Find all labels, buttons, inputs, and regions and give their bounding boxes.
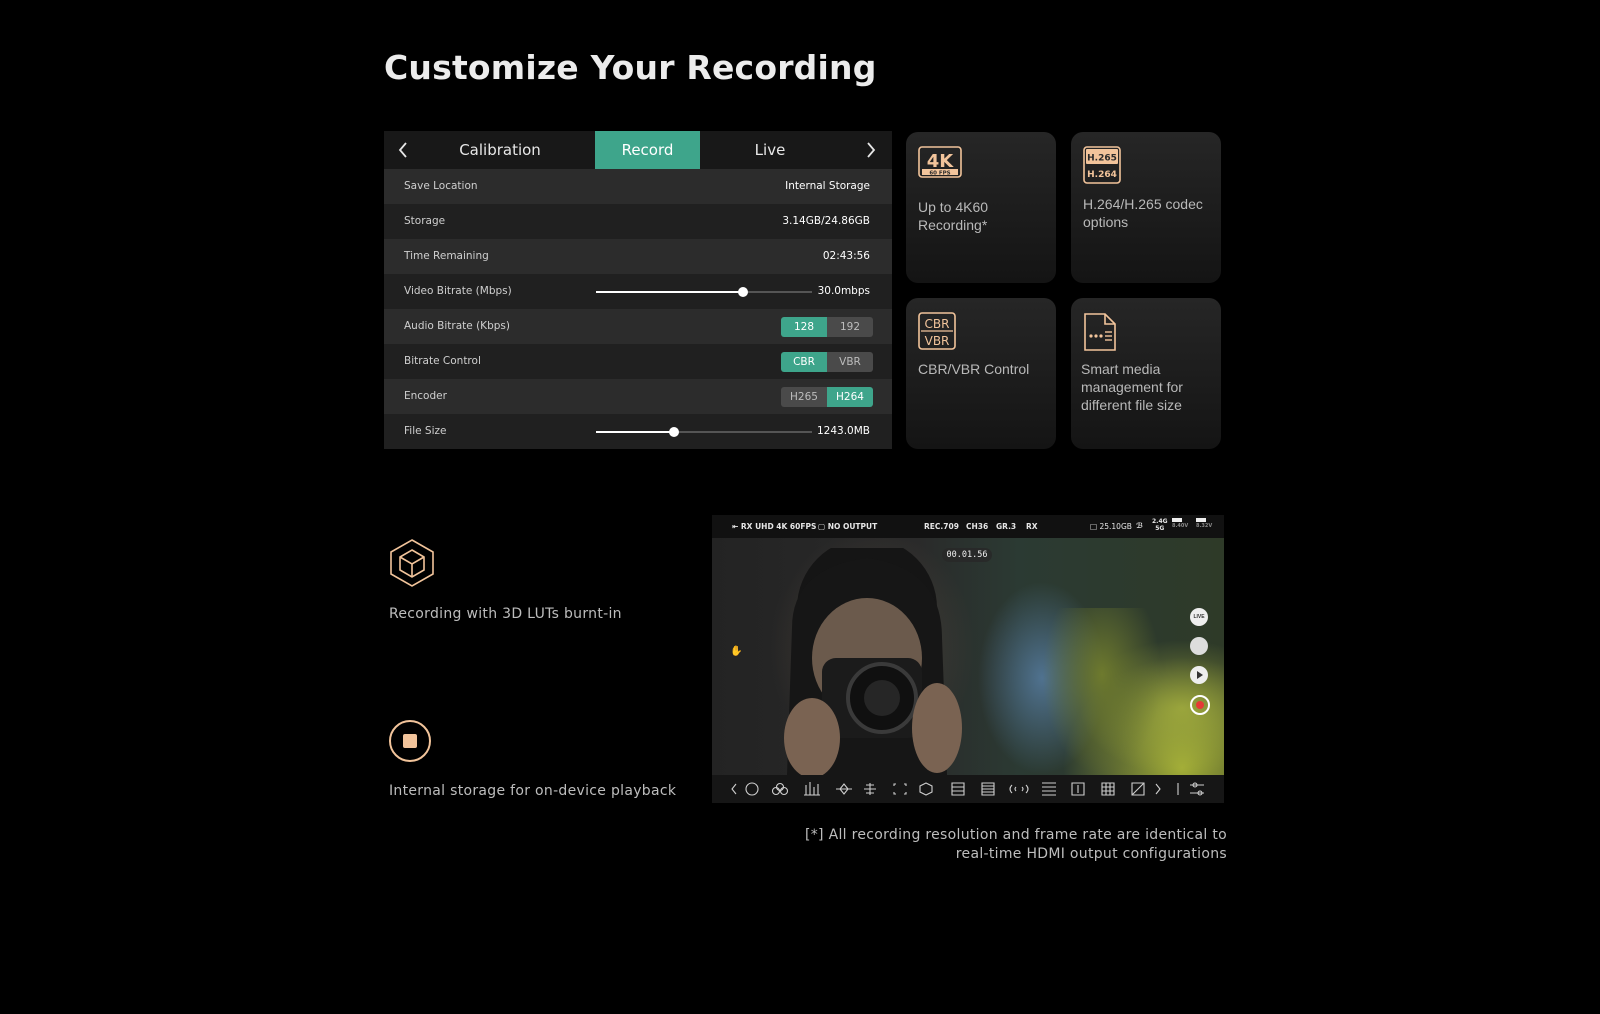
chevron-right-icon[interactable] xyxy=(856,131,886,169)
photographer-silhouette xyxy=(784,548,962,775)
battery-1: 8.40V xyxy=(1172,518,1188,529)
row-label: Encoder xyxy=(404,390,447,402)
record-timer: 00.01.56 xyxy=(942,548,992,562)
option-128[interactable]: 128 xyxy=(781,317,827,337)
playback-clip-icon[interactable] xyxy=(1190,637,1208,655)
row-value: 3.14GB/24.86GB xyxy=(782,215,870,227)
live-button[interactable]: LIVE xyxy=(1190,608,1208,626)
cbr-vbr-icon: CBR VBR xyxy=(918,312,956,355)
row-label: File Size xyxy=(404,425,447,437)
monitor-toolbar xyxy=(712,775,1224,803)
h265-h264-icon: H.265 H.264 xyxy=(1083,146,1121,189)
row-bitrate-control: Bitrate Control CBR VBR xyxy=(384,344,892,379)
channel: CH36 xyxy=(966,522,989,531)
bitrate-control-toggle: CBR VBR xyxy=(781,352,873,372)
encoder-toggle: H265 H264 xyxy=(781,387,873,407)
bluetooth-icon: ℬ xyxy=(1136,521,1143,530)
option-h264[interactable]: H264 xyxy=(827,387,873,407)
icon-text-bottom: VBR xyxy=(925,334,950,348)
hand-icon[interactable]: ✋ xyxy=(730,646,744,660)
monitor-screenshot: ⇤ RX UHD 4K 60FPS ▢ NO OUTPUT REC.709 CH… xyxy=(712,515,1224,803)
icon-text-top: H.265 xyxy=(1087,154,1117,164)
option-192[interactable]: 192 xyxy=(827,317,873,337)
feature-luts-text: Recording with 3D LUTs burnt-in xyxy=(389,606,622,622)
record-settings-panel: Calibration Record Live Save Location In… xyxy=(384,131,892,449)
row-value: 1243.0MB xyxy=(816,425,870,437)
card-text: H.264/H.265 codec options xyxy=(1083,196,1203,230)
row-value: 30.0mbps xyxy=(817,285,870,297)
feature-card-4k: 4K 60 FPS Up to 4K60 Recording* xyxy=(906,132,1056,283)
icon-text-bottom: H.264 xyxy=(1087,170,1117,180)
slider-fill xyxy=(596,431,674,433)
audio-bitrate-toggle: 128 192 xyxy=(781,317,873,337)
footnote-line-2: real-time HDMI output configurations xyxy=(955,846,1227,862)
row-storage: Storage 3.14GB/24.86GB xyxy=(384,204,892,239)
rx-status: ⇤ RX UHD 4K 60FPS xyxy=(732,522,817,531)
tab-live[interactable]: Live xyxy=(720,131,820,169)
row-value: 02:43:56 xyxy=(822,250,870,262)
row-save-location[interactable]: Save Location Internal Storage xyxy=(384,169,892,204)
option-h265[interactable]: H265 xyxy=(781,387,827,407)
media-file-icon xyxy=(1081,312,1119,357)
row-time-remaining: Time Remaining 02:43:56 xyxy=(384,239,892,274)
file-size-slider[interactable] xyxy=(596,427,812,437)
play-icon[interactable] xyxy=(1190,666,1208,684)
storage-small: □ 25.10GB xyxy=(1090,522,1132,531)
icon-text-bottom: 60 FPS xyxy=(929,171,950,177)
footnote-line-1: [*] All recording resolution and frame r… xyxy=(805,827,1227,843)
output-status: ▢ NO OUTPUT xyxy=(818,522,878,531)
monitor-status-bar: ⇤ RX UHD 4K 60FPS ▢ NO OUTPUT REC.709 CH… xyxy=(712,515,1224,538)
feature-card-codec: H.265 H.264 H.264/H.265 codec options xyxy=(1071,132,1221,283)
row-label: Storage xyxy=(404,215,446,227)
record-button[interactable] xyxy=(1190,695,1210,715)
video-bitrate-slider[interactable] xyxy=(596,287,812,297)
4k-60fps-icon: 4K 60 FPS xyxy=(918,146,962,183)
group: GR.3 xyxy=(996,522,1017,531)
row-label: Save Location xyxy=(404,180,478,192)
chevron-left-icon[interactable] xyxy=(388,131,418,169)
band-indicator: 2.4G 5G xyxy=(1152,518,1168,532)
row-value: Internal Storage xyxy=(785,180,870,192)
settings-tabbar: Calibration Record Live xyxy=(384,131,892,169)
row-label: Audio Bitrate (Kbps) xyxy=(404,320,510,332)
background-person xyxy=(1042,608,1162,775)
row-file-size: File Size 1243.0MB xyxy=(384,414,892,449)
card-text: CBR/VBR Control xyxy=(918,361,1030,377)
3d-cube-icon xyxy=(388,538,436,593)
slider-knob[interactable] xyxy=(668,427,679,437)
option-vbr[interactable]: VBR xyxy=(827,352,873,372)
row-video-bitrate: Video Bitrate (Mbps) 30.0mbps xyxy=(384,274,892,309)
card-text: Smart media management for different fil… xyxy=(1081,361,1183,413)
tab-calibration[interactable]: Calibration xyxy=(436,131,564,169)
feature-card-media: Smart media management for different fil… xyxy=(1071,298,1221,449)
tab-record[interactable]: Record xyxy=(595,131,700,169)
option-cbr[interactable]: CBR xyxy=(781,352,827,372)
camera-feed: ✋ LIVE xyxy=(712,538,1224,775)
mode: RX xyxy=(1026,522,1038,531)
slider-fill xyxy=(596,291,743,293)
slider-knob[interactable] xyxy=(737,287,748,297)
footnote: [*] All recording resolution and frame r… xyxy=(805,826,1227,864)
battery-2: 8.32V xyxy=(1196,518,1212,529)
row-label: Bitrate Control xyxy=(404,355,481,367)
feature-storage-text: Internal storage for on-device playback xyxy=(389,783,677,799)
rec-standard: REC.709 xyxy=(924,522,959,531)
row-label: Video Bitrate (Mbps) xyxy=(404,285,512,297)
card-text: Up to 4K60 Recording* xyxy=(918,199,989,233)
page-title: Customize Your Recording xyxy=(384,48,877,87)
row-encoder: Encoder H265 H264 xyxy=(384,379,892,414)
row-audio-bitrate: Audio Bitrate (Kbps) 128 192 xyxy=(384,309,892,344)
row-label: Time Remaining xyxy=(404,250,489,262)
feature-card-cbr: CBR VBR CBR/VBR Control xyxy=(906,298,1056,449)
icon-text-top: 4K xyxy=(927,151,955,172)
stop-record-icon xyxy=(388,719,432,768)
icon-text-top: CBR xyxy=(925,317,950,331)
